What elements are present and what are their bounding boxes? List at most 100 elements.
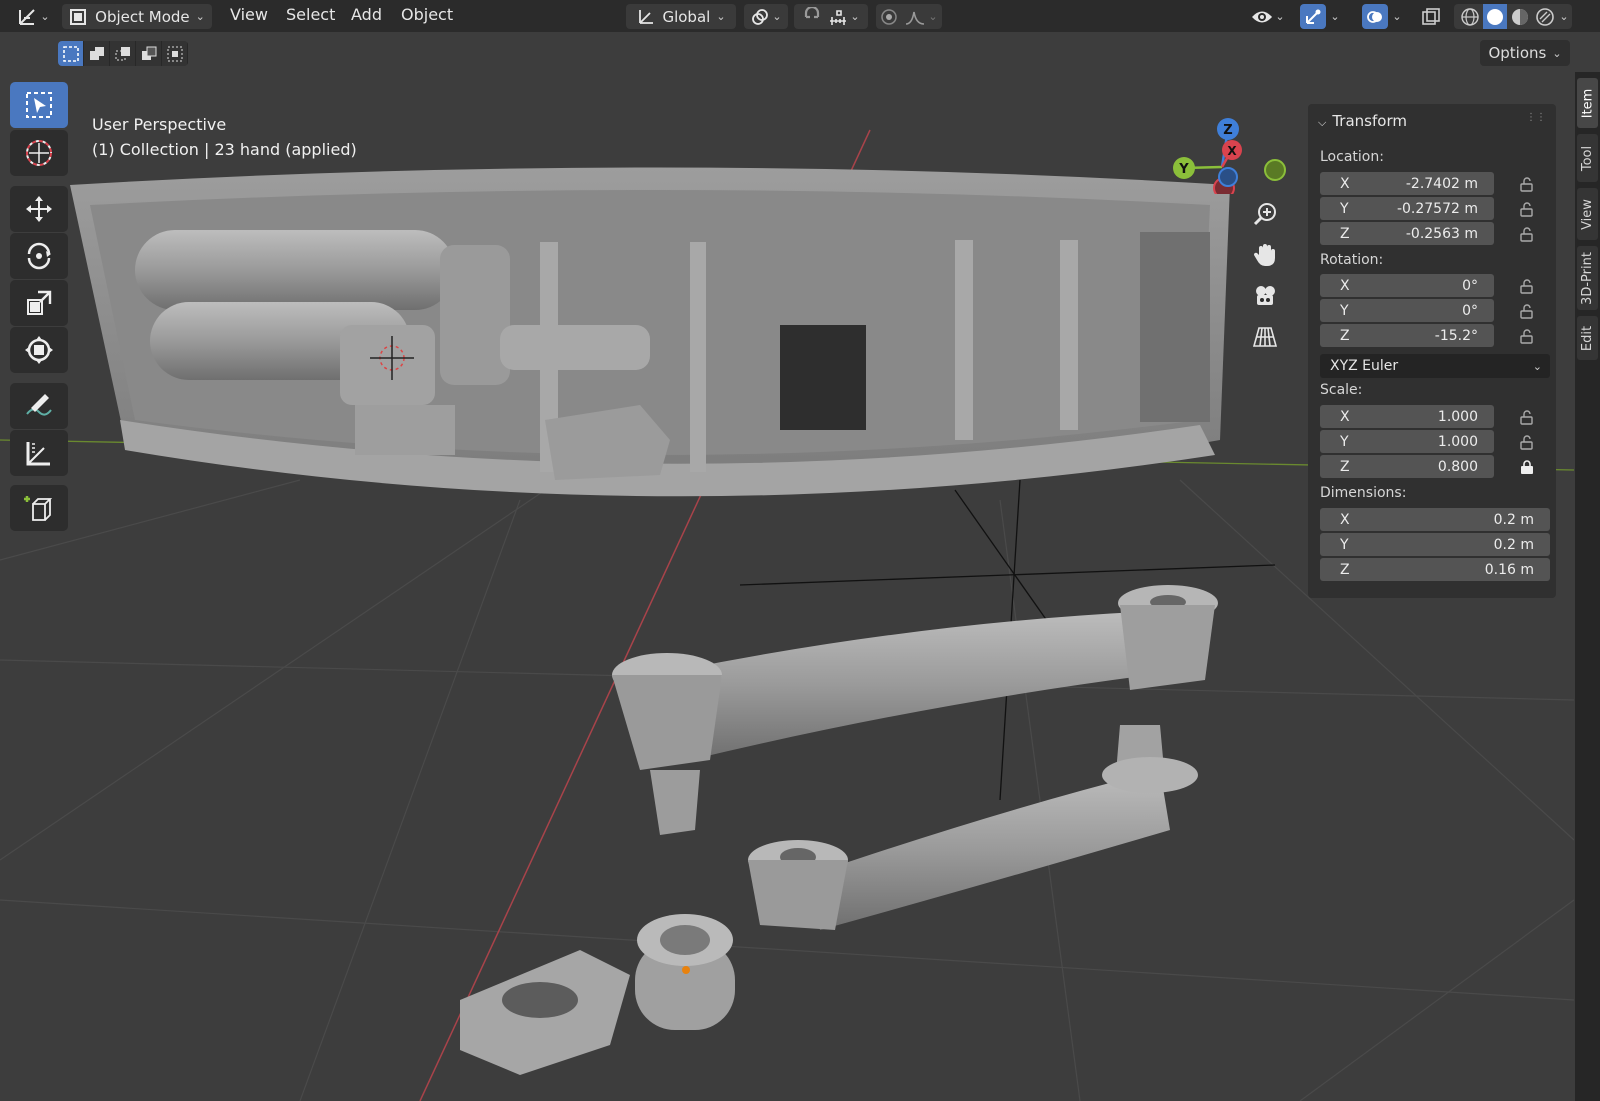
rotation-mode-select[interactable]: XYZ Euler ⌄: [1320, 354, 1550, 378]
field-value: -15.2°: [1434, 327, 1478, 344]
mode-selector[interactable]: Object Mode ⌄: [62, 4, 212, 29]
unlock-icon[interactable]: [1518, 302, 1536, 320]
field-value: 0.2 m: [1493, 511, 1534, 528]
svg-text:Y: Y: [1178, 162, 1189, 177]
unlock-icon[interactable]: [1518, 408, 1536, 426]
location-y-field[interactable]: Y -0.27572 m: [1320, 197, 1494, 220]
transform-header[interactable]: ⌵ Transform: [1318, 112, 1407, 130]
solid-shading-icon[interactable]: [1483, 4, 1508, 29]
select-invert-icon[interactable]: [136, 41, 162, 66]
select-box-tool[interactable]: [10, 82, 68, 128]
shading-mode-controls[interactable]: ⌄: [1454, 4, 1572, 29]
select-extend-icon[interactable]: [84, 41, 110, 66]
field-value: 1.000: [1437, 433, 1478, 450]
lock-icon[interactable]: [1518, 458, 1536, 476]
panel-drag-handle-icon[interactable]: ⋮⋮: [1526, 112, 1546, 123]
chevron-down-icon: ⌄: [716, 10, 726, 23]
perspective-label: User Perspective: [92, 115, 227, 134]
axis-label: Y: [1340, 200, 1349, 217]
3d-viewport[interactable]: User Perspective (1) Collection | 23 han…: [0, 32, 1574, 1101]
lower-arm-model: [748, 725, 1198, 930]
scale-tool[interactable]: [10, 280, 68, 326]
unlock-icon[interactable]: [1518, 200, 1536, 218]
overlays-toggle[interactable]: ⌄: [1358, 4, 1406, 29]
options-button[interactable]: Options ⌄: [1480, 40, 1570, 66]
chevron-down-icon: ⌄: [772, 10, 782, 23]
axis-label: Y: [1340, 302, 1349, 319]
transform-tool[interactable]: [10, 327, 68, 373]
axis-label: Z: [1340, 327, 1350, 344]
dimensions-y-field[interactable]: Y 0.2 m: [1320, 533, 1550, 556]
camera-view-button[interactable]: [1247, 278, 1283, 314]
select-new-icon[interactable]: [58, 41, 84, 66]
axis-label: X: [1340, 408, 1350, 425]
cursor-tool[interactable]: [10, 130, 68, 176]
axis-label: Z: [1340, 561, 1350, 578]
tab-tool[interactable]: Tool: [1577, 134, 1598, 182]
hand-icon: [1253, 244, 1275, 266]
dimensions-z-field[interactable]: Z 0.16 m: [1320, 558, 1550, 581]
snapping-controls[interactable]: ⌄: [794, 4, 868, 29]
visibility-select[interactable]: ⌄: [1248, 4, 1288, 29]
field-value: 1.000: [1437, 408, 1478, 425]
wireframe-shading-icon[interactable]: [1460, 7, 1480, 27]
tab-label: Tool: [1580, 145, 1596, 171]
pivot-link-icon: [752, 8, 769, 25]
editor-type-button[interactable]: ⌄: [14, 4, 52, 29]
projection-toggle-button[interactable]: [1247, 319, 1283, 355]
rotation-z-field[interactable]: Z -15.2°: [1320, 324, 1494, 347]
measure-tool[interactable]: [10, 430, 68, 476]
scale-z-field[interactable]: Z 0.800: [1320, 455, 1494, 478]
menu-object[interactable]: Object: [397, 5, 457, 27]
chevron-down-icon: ⌄: [1330, 10, 1340, 23]
select-intersect-icon[interactable]: [162, 41, 188, 66]
proportional-editing-controls[interactable]: ⌄: [876, 4, 942, 29]
tab-3d-print[interactable]: 3D-Print: [1577, 246, 1598, 310]
scale-x-field[interactable]: X 1.000: [1320, 405, 1494, 428]
menu-select[interactable]: Select: [282, 5, 339, 27]
dimensions-x-field[interactable]: X 0.2 m: [1320, 508, 1550, 531]
pan-button[interactable]: [1247, 237, 1283, 273]
rotation-x-field[interactable]: X 0°: [1320, 274, 1494, 297]
transform-orientation-select[interactable]: Global ⌄: [626, 4, 736, 29]
rotate-tool[interactable]: [10, 233, 68, 279]
svg-text:X: X: [1227, 144, 1237, 158]
rotation-label: Rotation:: [1320, 252, 1384, 268]
unlock-icon[interactable]: [1518, 433, 1536, 451]
menu-add[interactable]: Add: [347, 5, 386, 27]
field-value: -0.27572 m: [1396, 200, 1478, 217]
rotation-y-field[interactable]: Y 0°: [1320, 299, 1494, 322]
location-x-field[interactable]: X -2.7402 m: [1320, 172, 1494, 195]
move-tool[interactable]: [10, 186, 68, 232]
tab-edit[interactable]: Edit: [1577, 316, 1598, 360]
chevron-down-icon: ⌄: [850, 10, 860, 23]
xray-toggle[interactable]: [1418, 4, 1444, 29]
rotation-mode-value: XYZ Euler: [1330, 358, 1399, 374]
menu-view[interactable]: View: [226, 5, 272, 27]
axis-label: X: [1340, 175, 1350, 192]
unlock-icon[interactable]: [1518, 277, 1536, 295]
rotate-icon: [27, 242, 51, 270]
pivot-point-select[interactable]: ⌄: [744, 4, 788, 29]
material-shading-icon[interactable]: [1510, 7, 1530, 27]
unlock-icon[interactable]: [1518, 175, 1536, 193]
unlock-icon[interactable]: [1518, 225, 1536, 243]
object-mode-icon: [70, 8, 87, 25]
viewport-info: User Perspective (1) Collection | 23 han…: [92, 112, 357, 162]
unlock-icon[interactable]: [1518, 327, 1536, 345]
gizmo-neg-z-extra[interactable]: [1213, 162, 1243, 192]
tab-view[interactable]: View: [1577, 188, 1598, 240]
magnet-icon: [805, 6, 820, 18]
grid-projection-icon: [1252, 327, 1278, 347]
scale-y-field[interactable]: Y 1.000: [1320, 430, 1494, 453]
annotate-tool[interactable]: [10, 383, 68, 429]
tab-item[interactable]: Item: [1577, 78, 1598, 128]
add-cube-tool[interactable]: [10, 485, 68, 531]
location-z-field[interactable]: Z -0.2563 m: [1320, 222, 1494, 245]
gizmo-toggle[interactable]: ⌄: [1296, 4, 1344, 29]
select-subtract-icon[interactable]: [110, 41, 136, 66]
xray-icon: [1422, 7, 1440, 25]
zoom-button[interactable]: [1247, 196, 1283, 232]
rendered-shading-icon[interactable]: [1535, 7, 1555, 27]
chevron-down-icon: ⌄: [1552, 46, 1562, 60]
